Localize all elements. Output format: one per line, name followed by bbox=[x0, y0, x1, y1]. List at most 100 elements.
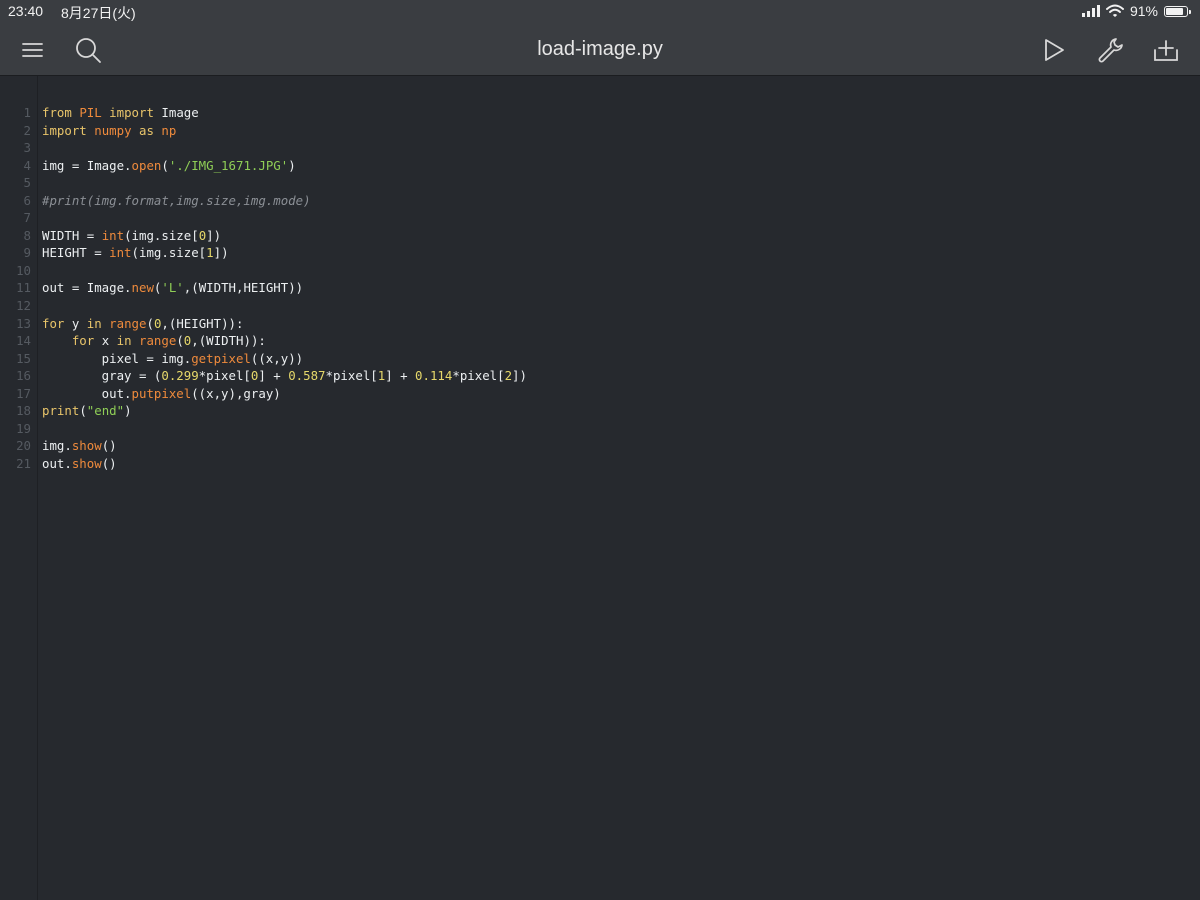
line-number: 17 bbox=[16, 385, 31, 401]
add-icon[interactable] bbox=[1150, 34, 1182, 66]
code-token: out = Image. bbox=[42, 280, 132, 296]
code-line[interactable]: 7 bbox=[0, 209, 1200, 227]
code-lines[interactable]: 1 from PIL import Image 2 import numpy as n… bbox=[0, 104, 1200, 472]
status-bar: 23:40 8月27日(火) 91% bbox=[0, 0, 1200, 24]
code-token: in bbox=[86, 315, 102, 331]
line-number: 3 bbox=[23, 140, 31, 156]
code-text: gray = (0.299*pixel[0] + 0.587*pixel[1] … bbox=[42, 367, 527, 385]
code-text: HEIGHT = int(img.size[1]) bbox=[42, 244, 229, 262]
code-line[interactable]: 2 import numpy as np bbox=[0, 122, 1200, 140]
code-token: () bbox=[101, 438, 117, 454]
code-line[interactable]: 21 out.show() bbox=[0, 455, 1200, 473]
code-token: from bbox=[42, 105, 72, 120]
code-token: () bbox=[101, 455, 117, 471]
code-token: ] + bbox=[258, 368, 289, 384]
status-time: 23:40 bbox=[8, 3, 44, 19]
code-line[interactable]: 9 HEIGHT = int(img.size[1]) bbox=[0, 244, 1200, 262]
code-token: ,(WIDTH)): bbox=[191, 333, 266, 349]
line-number: 7 bbox=[23, 210, 31, 226]
code-line[interactable]: 20 img.show() bbox=[0, 437, 1200, 455]
code-line[interactable]: 1 from PIL import Image bbox=[0, 104, 1200, 122]
code-token: ( bbox=[176, 333, 184, 349]
battery-icon bbox=[1164, 5, 1191, 17]
code-token: ]) bbox=[213, 245, 229, 261]
code-token: 0.299 bbox=[161, 368, 199, 384]
code-token: import bbox=[42, 122, 87, 138]
code-token: range bbox=[109, 315, 147, 331]
line-number: 6 bbox=[23, 192, 31, 208]
line-number: 21 bbox=[16, 455, 31, 471]
code-token: y bbox=[64, 315, 87, 331]
line-number: 9 bbox=[23, 245, 31, 261]
code-line[interactable]: 15 pixel = img.getpixel((x,y)) bbox=[0, 350, 1200, 368]
code-token: for bbox=[71, 333, 95, 349]
code-line[interactable]: 12 bbox=[0, 297, 1200, 315]
code-line[interactable]: 6 #print(img.format,img.size,img.mode) bbox=[0, 192, 1200, 210]
code-token: ((x,y),gray) bbox=[191, 385, 281, 401]
code-token: *pixel[ bbox=[325, 368, 378, 384]
code-token: 2 bbox=[504, 368, 513, 384]
code-text: #print(img.format,img.size,img.mode) bbox=[42, 192, 311, 210]
run-icon[interactable] bbox=[1038, 34, 1070, 66]
code-token: img. bbox=[42, 438, 72, 454]
code-token: ((x,y)) bbox=[250, 350, 304, 366]
code-line[interactable]: 10 bbox=[0, 262, 1200, 280]
code-text: out.putpixel((x,y),gray) bbox=[42, 385, 281, 403]
code-token: int bbox=[109, 245, 132, 261]
code-token: range bbox=[139, 333, 177, 349]
code-token: x bbox=[94, 333, 117, 349]
code-token: 1 bbox=[206, 245, 214, 261]
code-token: print bbox=[42, 403, 80, 419]
code-line[interactable]: 4 img = Image.open('./IMG_1671.JPG') bbox=[0, 157, 1200, 175]
code-token: np bbox=[161, 122, 177, 138]
code-line[interactable]: 17 out.putpixel((x,y),gray) bbox=[0, 385, 1200, 403]
line-number: 4 bbox=[23, 157, 31, 173]
line-number: 1 bbox=[23, 105, 31, 120]
wrench-icon[interactable] bbox=[1094, 34, 1126, 66]
line-number: 2 bbox=[23, 122, 31, 138]
line-number: 18 bbox=[16, 403, 31, 419]
code-token: show bbox=[71, 455, 102, 471]
code-line[interactable]: 11 out = Image.new('L',(WIDTH,HEIGHT)) bbox=[0, 279, 1200, 297]
code-token: ( bbox=[79, 403, 87, 419]
code-text: for x in range(0,(WIDTH)): bbox=[42, 332, 266, 350]
code-line[interactable]: 8 WIDTH = int(img.size[0]) bbox=[0, 227, 1200, 245]
code-text: pixel = img.getpixel((x,y)) bbox=[42, 350, 303, 368]
code-line[interactable]: 19 bbox=[0, 420, 1200, 438]
code-token: numpy bbox=[94, 122, 132, 138]
code-token: 0.114 bbox=[415, 368, 453, 384]
line-number: 20 bbox=[16, 438, 31, 454]
code-line[interactable]: 5 bbox=[0, 174, 1200, 192]
code-line[interactable]: 3 bbox=[0, 139, 1200, 157]
code-text: out = Image.new('L',(WIDTH,HEIGHT)) bbox=[42, 279, 303, 297]
code-line[interactable]: 13 for y in range(0,(HEIGHT)): bbox=[0, 315, 1200, 333]
code-line[interactable]: 14 for x in range(0,(WIDTH)): bbox=[0, 332, 1200, 350]
code-token: out. bbox=[42, 455, 72, 471]
code-text: import numpy as np bbox=[42, 122, 176, 140]
code-token: 'L' bbox=[161, 280, 184, 296]
code-token: ,(HEIGHT)): bbox=[161, 315, 244, 331]
code-token: show bbox=[71, 438, 102, 454]
code-token: gray = ( bbox=[42, 368, 162, 384]
code-line[interactable]: 18 print("end") bbox=[0, 402, 1200, 420]
code-token: open bbox=[131, 157, 162, 173]
file-title: load-image.py bbox=[537, 38, 663, 60]
code-text: img = Image.open('./IMG_1671.JPG') bbox=[42, 157, 296, 175]
code-token: ( bbox=[161, 157, 169, 173]
code-token: for bbox=[42, 315, 65, 331]
code-token: './IMG_1671.JPG' bbox=[168, 157, 289, 173]
line-number: 14 bbox=[16, 333, 31, 349]
code-editor[interactable]: 1 from PIL import Image 2 import numpy as n… bbox=[0, 76, 1200, 900]
code-line[interactable]: 16 gray = (0.299*pixel[0] + 0.587*pixel[… bbox=[0, 367, 1200, 385]
status-date: 8月27日(火) bbox=[61, 5, 136, 21]
code-token: ) bbox=[288, 157, 296, 173]
wifi-icon bbox=[1105, 4, 1124, 17]
line-number: 10 bbox=[16, 262, 31, 278]
code-token: ] + bbox=[385, 368, 416, 384]
code-token: PIL bbox=[79, 105, 102, 120]
status-indicators: 91% bbox=[1081, 3, 1191, 19]
code-token: new bbox=[131, 280, 154, 296]
